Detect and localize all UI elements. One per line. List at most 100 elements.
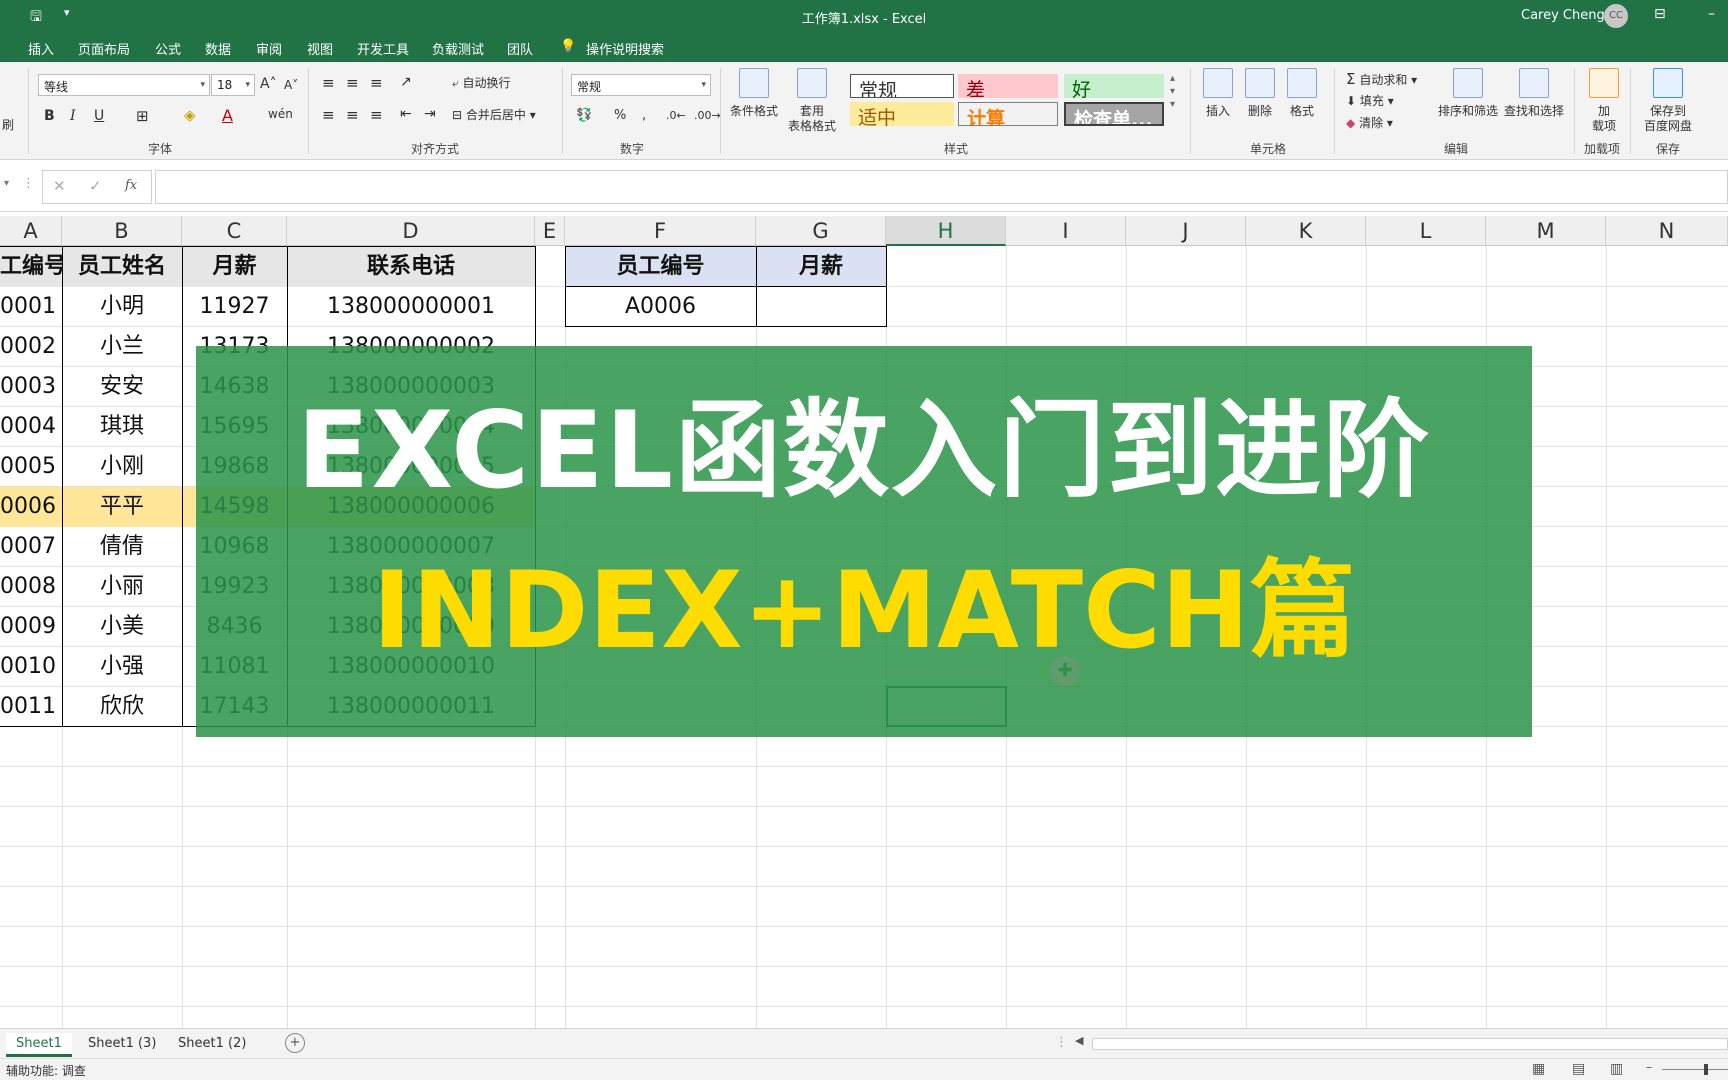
column-header-b[interactable]: B — [62, 216, 182, 246]
align-center-icon[interactable]: ≡ — [346, 106, 359, 124]
page-break-view-icon[interactable]: ▥ — [1610, 1061, 1623, 1077]
underline-icon[interactable]: U — [94, 108, 104, 124]
zoom-out-icon[interactable]: – — [1646, 1060, 1652, 1074]
user-name[interactable]: Carey Cheng — [1521, 8, 1605, 23]
fill-color-icon[interactable]: ◈ — [184, 106, 196, 124]
table-row[interactable]: 小明 — [62, 287, 182, 327]
minimize-icon[interactable]: – — [1708, 6, 1715, 22]
tab-data[interactable]: 数据 — [205, 39, 231, 58]
style-neutral[interactable]: 适中 — [850, 102, 954, 126]
merge-center-button[interactable]: ⊟ 合并后居中 ▾ — [452, 106, 536, 123]
column-header-h[interactable]: H — [886, 216, 1006, 246]
table-row[interactable]: 138000000001 — [287, 287, 535, 327]
lookup-header-emp-id[interactable]: 员工编号 — [565, 247, 756, 287]
column-header-f[interactable]: F — [565, 216, 756, 246]
insert-cells-button[interactable]: 插入 — [1198, 68, 1238, 119]
table-row[interactable]: 0011 — [0, 687, 62, 727]
table-row[interactable]: 0001 — [0, 287, 62, 327]
accessibility-status[interactable]: 辅助功能: 调查 — [6, 1062, 86, 1079]
header-emp-name[interactable]: 员工姓名 — [62, 247, 182, 287]
sheet-tab-sheet1-3[interactable]: Sheet1 (3) — [78, 1033, 166, 1057]
grow-font-icon[interactable]: A˄ — [260, 76, 277, 92]
insert-function-icon[interactable]: fx — [125, 178, 137, 193]
decrease-indent-icon[interactable]: ⇤ — [400, 106, 412, 122]
tab-view[interactable]: 视图 — [307, 39, 333, 58]
number-format-select[interactable]: 常规▾ — [571, 74, 711, 96]
normal-view-icon[interactable]: ▦ — [1532, 1061, 1545, 1077]
style-bad[interactable]: 差 — [958, 74, 1058, 98]
sort-filter-button[interactable]: 排序和筛选 — [1436, 68, 1500, 119]
table-row[interactable]: 0002 — [0, 327, 62, 367]
font-name-select[interactable]: 等线▾ — [38, 74, 210, 96]
style-check-cell[interactable]: 检查单... — [1064, 102, 1164, 126]
italic-icon[interactable]: I — [70, 108, 76, 124]
column-header-j[interactable]: J — [1126, 216, 1246, 246]
table-row[interactable]: 小美 — [62, 607, 182, 647]
lookup-emp-id-input[interactable]: A0006 — [565, 287, 756, 327]
orientation-icon[interactable]: ↗ — [400, 74, 412, 90]
lookup-header-salary[interactable]: 月薪 — [756, 247, 886, 287]
column-header-c[interactable]: C — [182, 216, 287, 246]
save-baidu-button[interactable]: 保存到百度网盘 — [1636, 68, 1700, 134]
font-size-select[interactable]: 18▾ — [211, 74, 255, 96]
table-row[interactable]: 欣欣 — [62, 687, 182, 727]
style-good[interactable]: 好 — [1064, 74, 1164, 98]
table-row[interactable]: 0010 — [0, 647, 62, 687]
align-middle-icon[interactable]: ≡ — [346, 74, 359, 92]
accounting-format-icon[interactable]: 💱 — [576, 108, 592, 123]
tab-split-grip-icon[interactable]: ⋮ — [1055, 1035, 1068, 1050]
ribbon-display-icon[interactable]: ⊟ — [1654, 6, 1666, 22]
tab-load-test[interactable]: 负载测试 — [432, 39, 484, 58]
increase-indent-icon[interactable]: ⇥ — [424, 106, 436, 122]
align-left-icon[interactable]: ≡ — [322, 106, 335, 124]
table-row[interactable]: 0003 — [0, 367, 62, 407]
table-row[interactable]: 0009 — [0, 607, 62, 647]
column-header-d[interactable]: D — [287, 216, 535, 246]
header-phone[interactable]: 联系电话 — [287, 247, 535, 287]
horizontal-scrollbar[interactable] — [1092, 1038, 1728, 1050]
formula-input[interactable] — [155, 170, 1728, 204]
header-emp-id[interactable]: 工编号 — [0, 247, 62, 287]
tab-review[interactable]: 审阅 — [256, 39, 282, 58]
table-row[interactable]: 小兰 — [62, 327, 182, 367]
column-header-l[interactable]: L — [1366, 216, 1486, 246]
cancel-icon[interactable]: ✕ — [53, 177, 66, 195]
table-row[interactable]: 小丽 — [62, 567, 182, 607]
sheet-tab-sheet1[interactable]: Sheet1 — [6, 1033, 72, 1057]
zoom-slider[interactable] — [1662, 1069, 1728, 1070]
column-header-m[interactable]: M — [1486, 216, 1606, 246]
align-bottom-icon[interactable]: ≡ — [370, 74, 383, 92]
phonetic-icon[interactable]: wén — [268, 107, 293, 121]
avatar[interactable]: CC — [1604, 4, 1628, 28]
table-row-highlighted[interactable]: 平平 — [62, 487, 182, 527]
delete-cells-button[interactable]: 删除 — [1240, 68, 1280, 119]
percent-icon[interactable]: % — [614, 108, 626, 123]
decrease-decimal-icon[interactable]: .00→ — [694, 109, 721, 122]
tell-me-search[interactable]: 操作说明搜索 — [586, 39, 664, 58]
sheet-tab-sheet1-2[interactable]: Sheet1 (2) — [168, 1033, 256, 1057]
tab-page-layout[interactable]: 页面布局 — [78, 39, 130, 58]
table-row[interactable]: 倩倩 — [62, 527, 182, 567]
format-as-table-button[interactable]: 套用表格格式 — [782, 68, 842, 134]
table-row[interactable]: 0005 — [0, 447, 62, 487]
lookup-salary-result[interactable] — [756, 287, 886, 327]
column-header-k[interactable]: K — [1246, 216, 1366, 246]
increase-decimal-icon[interactable]: .0← — [666, 109, 686, 122]
bold-icon[interactable]: B — [44, 108, 55, 124]
scroll-left-icon[interactable]: ◀ — [1075, 1034, 1083, 1047]
styles-scroll-icon[interactable]: ▴▾▾ — [1170, 72, 1175, 111]
tab-formulas[interactable]: 公式 — [155, 39, 181, 58]
name-box-dropdown-icon[interactable]: ▾ — [4, 178, 9, 189]
table-row[interactable]: 0007 — [0, 527, 62, 567]
column-header-i[interactable]: I — [1006, 216, 1126, 246]
style-normal[interactable]: 常规 — [850, 74, 954, 98]
shrink-font-icon[interactable]: A˅ — [284, 78, 298, 92]
table-row[interactable]: 安安 — [62, 367, 182, 407]
table-row[interactable]: 0004 — [0, 407, 62, 447]
table-row-highlighted[interactable]: 0006 — [0, 487, 62, 527]
add-sheet-icon[interactable]: + — [285, 1033, 305, 1053]
wrap-text-button[interactable]: ⤶ 自动换行 — [452, 74, 511, 91]
column-header-n[interactable]: N — [1606, 216, 1728, 246]
table-row[interactable]: 11927 — [182, 287, 287, 327]
column-header-g[interactable]: G — [756, 216, 886, 246]
